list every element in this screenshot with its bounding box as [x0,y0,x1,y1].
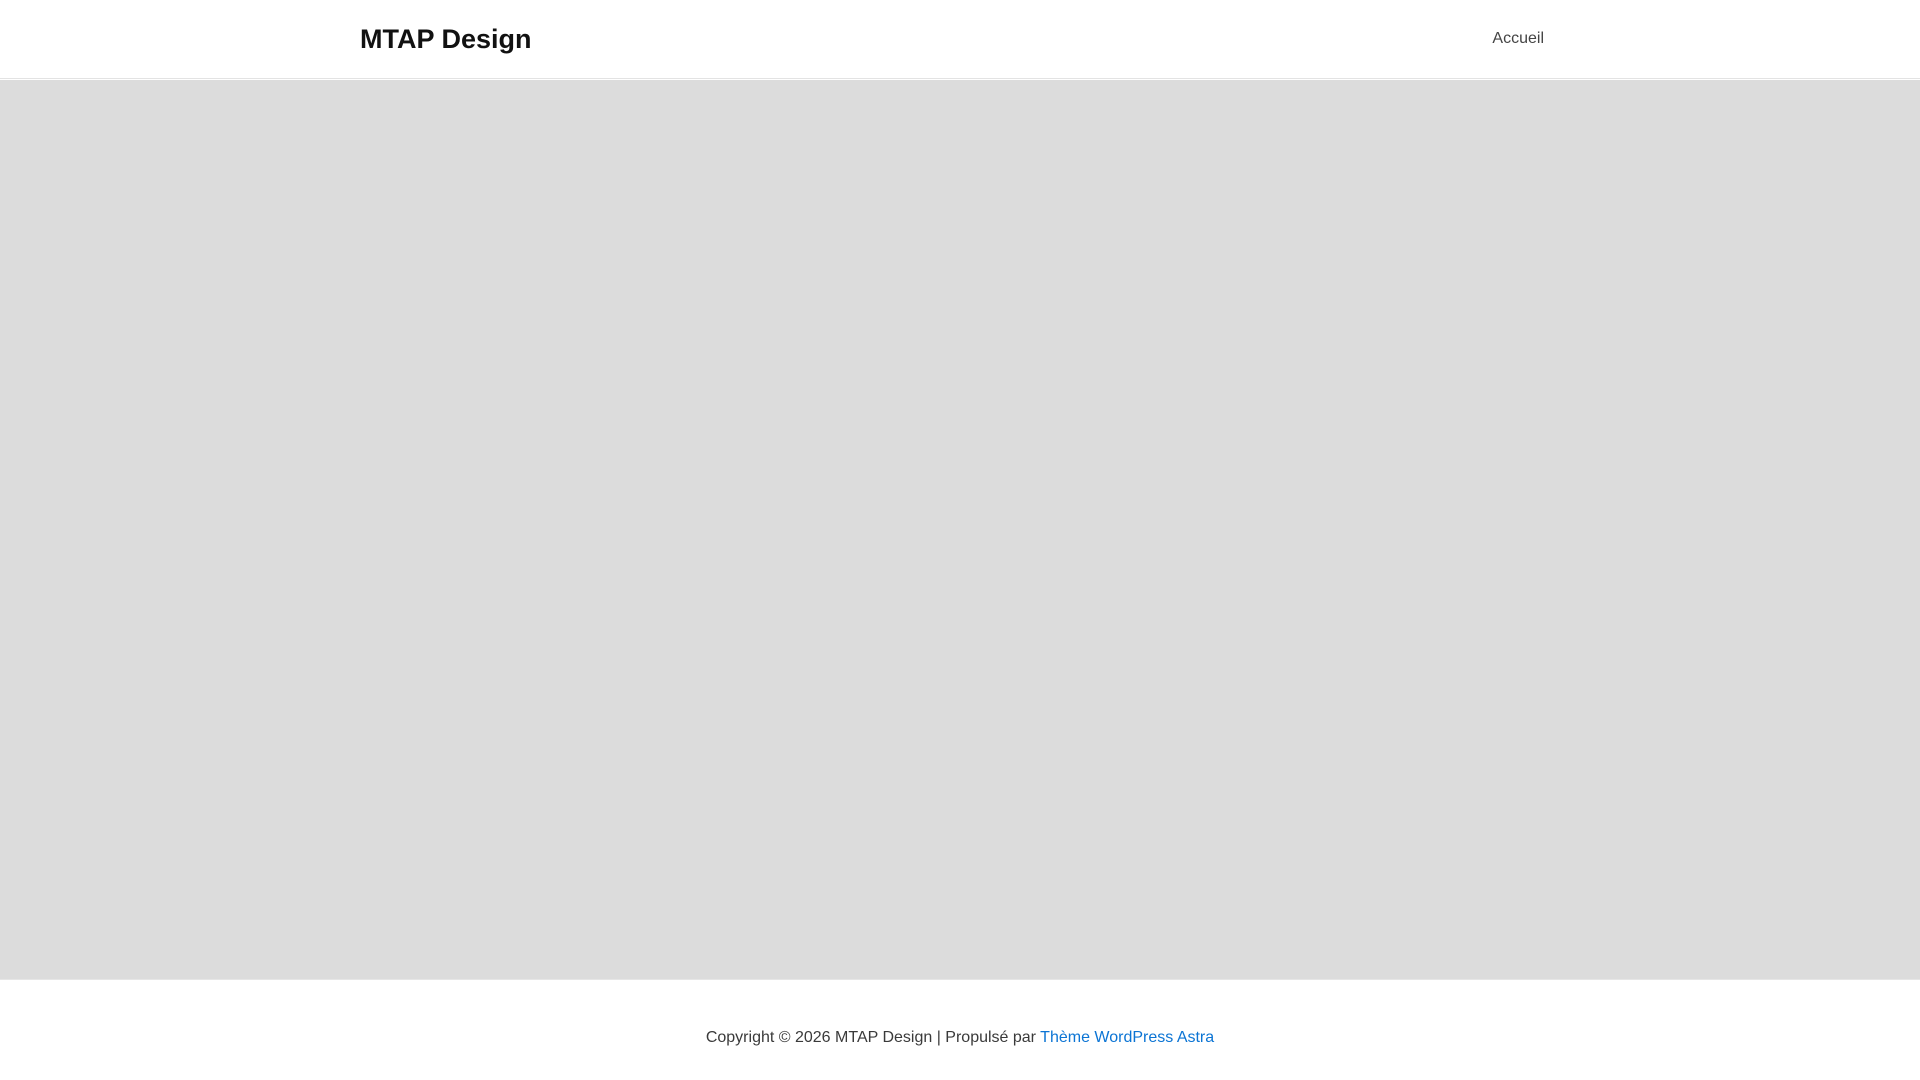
astra-theme-link[interactable]: Thème WordPress Astra [1040,1029,1214,1046]
site-footer: Copyright © 2026 MTAP Design | Propulsé … [0,979,1920,1080]
main-content-area [0,80,1920,979]
nav-item-accueil: Accueil [1492,29,1544,49]
nav-link-accueil[interactable]: Accueil [1492,30,1544,47]
site-title-link[interactable]: MTAP Design [360,22,532,56]
site-header: MTAP Design Accueil [0,0,1920,79]
copyright-text: Copyright © 2026 MTAP Design | Propulsé … [705,1029,1041,1046]
footer-copyright: Copyright © 2026 MTAP Design | Propulsé … [0,1028,1920,1048]
main-navigation: Accueil [1492,29,1544,49]
